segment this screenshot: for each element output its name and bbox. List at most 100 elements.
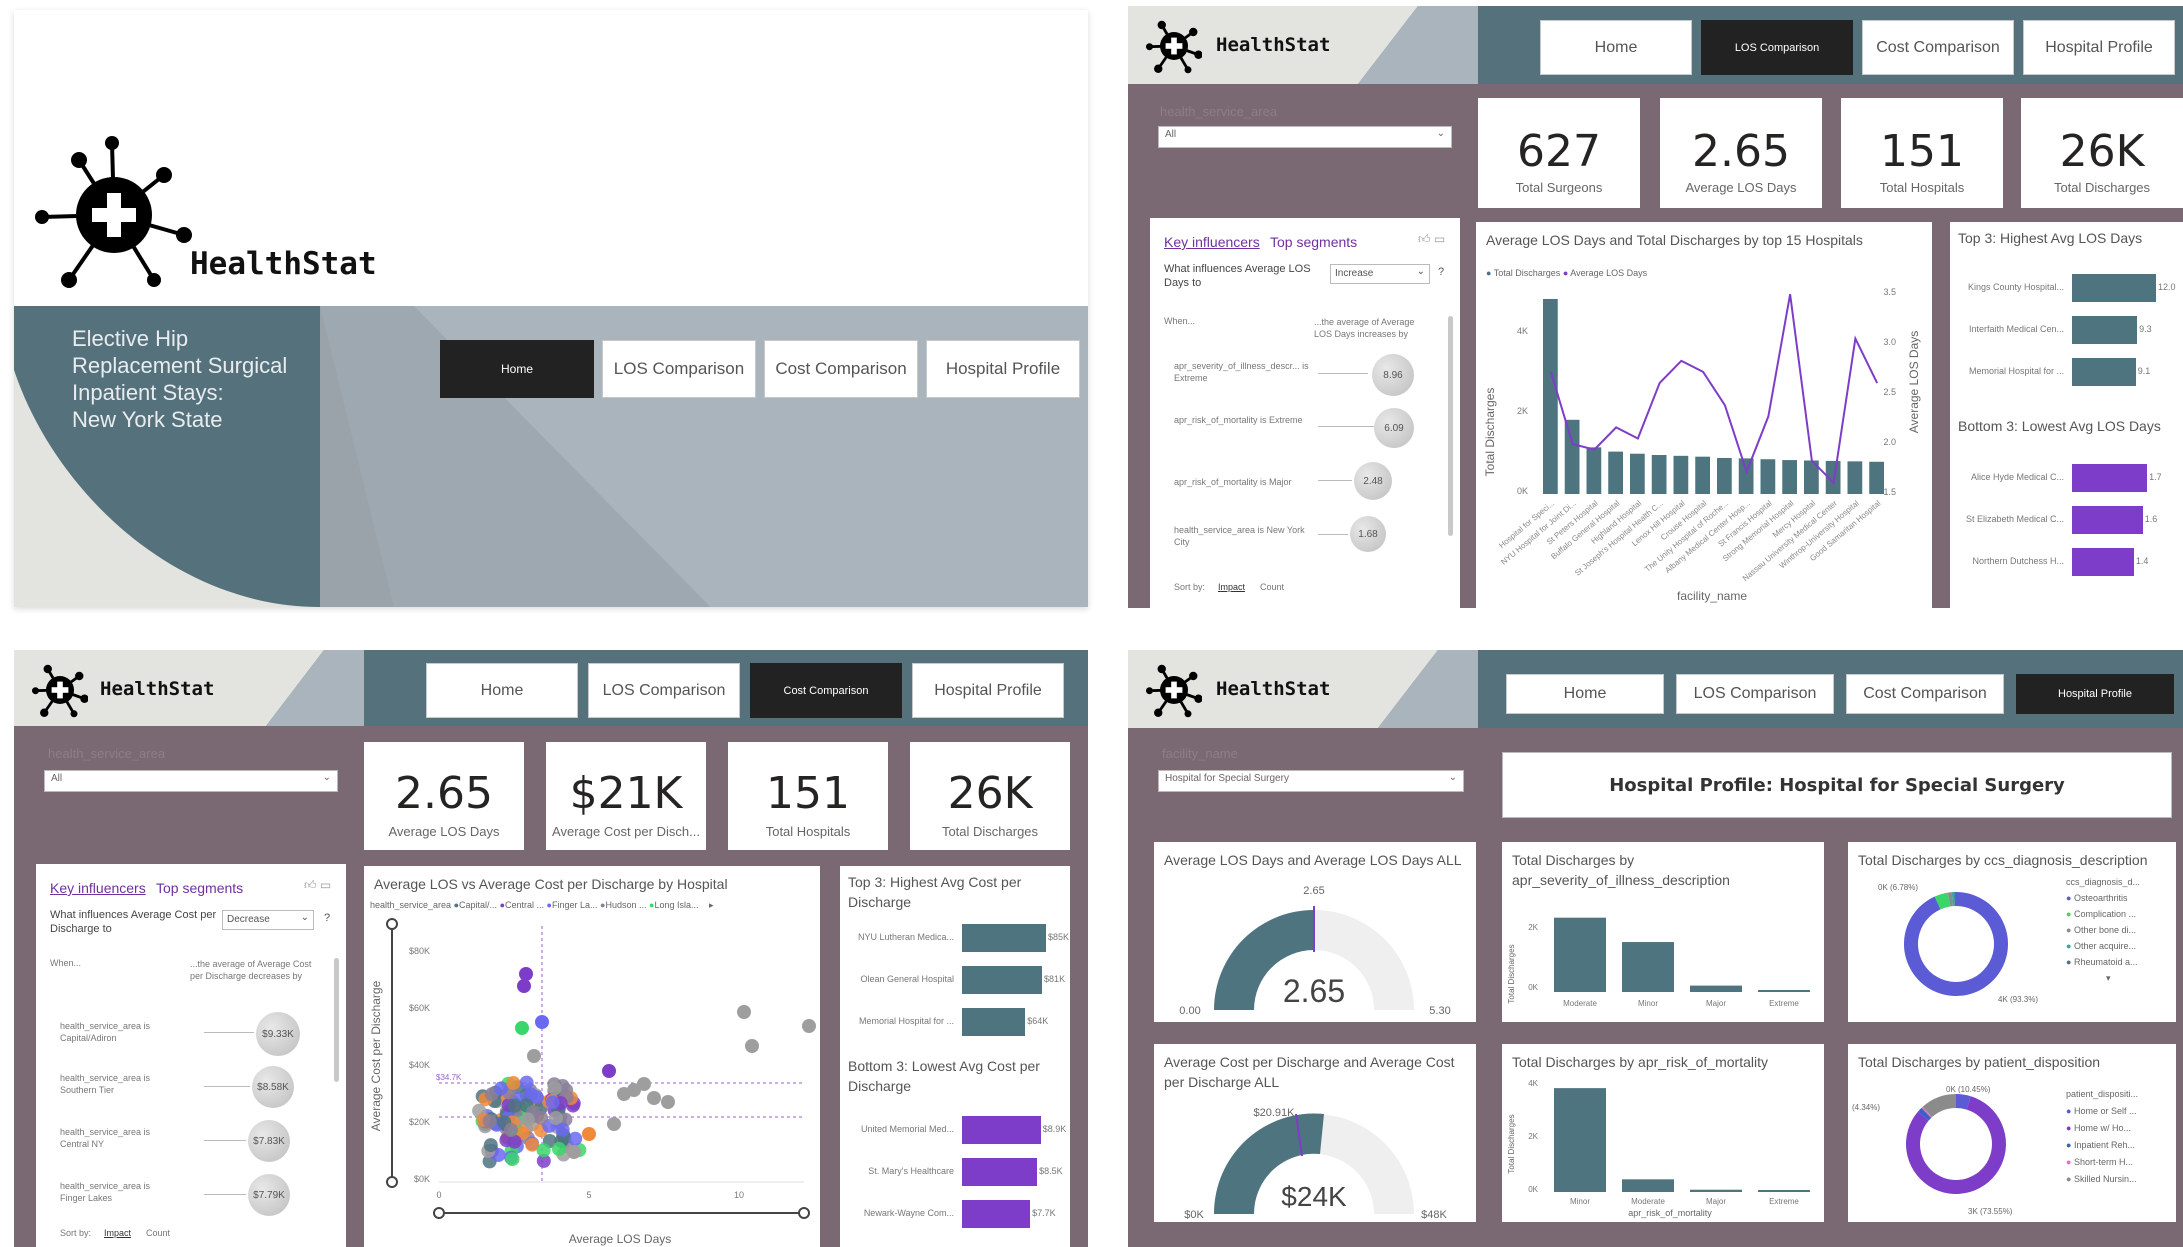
combo-bar[interactable] [1869,461,1884,494]
scatter-point[interactable] [506,1076,521,1090]
ki-scrollbar[interactable] [1448,316,1453,536]
combo-bar[interactable] [1847,461,1863,494]
bar[interactable] [1554,1088,1606,1192]
legend-item[interactable]: ● Other bone di... [2066,922,2140,938]
combo-bar[interactable] [1760,459,1776,494]
bar[interactable] [1690,1189,1742,1192]
ki-sort-count[interactable]: Count [146,1228,170,1238]
bar[interactable] [1758,1190,1810,1192]
legend-item[interactable]: ● Other acquire... [2066,938,2140,954]
scatter-point[interactable] [536,1143,551,1158]
combo-bar[interactable] [1695,456,1710,494]
combo-bar[interactable] [1630,453,1645,494]
nav-profile-button[interactable]: Hospital Profile [926,340,1080,398]
scatter-point[interactable] [802,1019,816,1033]
scatter-point[interactable] [661,1095,675,1109]
scatter-point[interactable] [519,1075,534,1090]
combo-bar[interactable] [1738,458,1754,494]
scatter-point[interactable] [505,1152,520,1167]
hbar[interactable] [962,966,1043,994]
scatter-point[interactable] [552,1142,566,1156]
hbar[interactable] [962,1158,1038,1186]
bar[interactable] [1554,917,1606,992]
combo-bar[interactable] [1608,451,1623,494]
health-service-area-slicer[interactable]: All ⌄ [1158,126,1452,148]
combo-bar[interactable] [1651,454,1667,494]
help-icon[interactable]: ? [324,912,330,924]
scatter-point[interactable] [527,1049,541,1063]
scatter-point[interactable] [504,1123,518,1137]
scatter-point[interactable] [567,1145,581,1159]
legend-item[interactable]: ● Home w/ Ho... [2066,1120,2138,1137]
health-service-area-slicer[interactable]: All ⌄ [44,770,338,792]
scatter-point[interactable] [519,967,533,981]
scatter-point[interactable] [568,1131,583,1146]
ki-impact-bubble[interactable]: 2.48 [1354,462,1392,500]
combo-bar[interactable] [1543,298,1558,494]
nav-profile-button[interactable]: Hospital Profile [912,663,1064,718]
legend-item[interactable]: ● Rheumatoid a... [2066,954,2140,970]
legend-item[interactable]: ● Complication ... [2066,906,2140,922]
scatter-point[interactable] [555,1122,570,1137]
scatter-point[interactable] [483,1138,498,1153]
ki-impact-bubble[interactable]: $7.83K [248,1120,290,1162]
tab-key-influencers[interactable]: Key influencers [1164,234,1260,250]
nav-cost-button[interactable]: Cost Comparison [750,663,902,718]
hbar[interactable] [962,1200,1031,1228]
scatter-point[interactable] [515,1021,529,1035]
nav-home-button[interactable]: Home [1540,20,1692,75]
hbar[interactable] [962,1116,1041,1144]
hbar[interactable] [2072,358,2136,386]
thumbs-icon[interactable]: 👍︎ ▭ [1418,232,1445,247]
scatter-point[interactable] [545,1095,560,1110]
legend-item[interactable]: ● Home or Self ... [2066,1103,2138,1120]
scatter-point[interactable] [482,1114,497,1129]
bar[interactable] [1758,990,1810,992]
tab-top-segments[interactable]: Top segments [156,880,243,896]
nav-home-button[interactable]: Home [440,340,594,398]
thumbs-icon[interactable]: 👍︎ ▭ [304,878,331,893]
scatter-point[interactable] [517,979,531,993]
combo-bar[interactable] [1717,457,1732,494]
legend-scroll-down-icon[interactable]: ▾ [2066,970,2140,986]
ki-impact-bubble[interactable]: $9.33K [256,1012,300,1056]
hbar[interactable] [962,1008,1026,1036]
scatter-point[interactable] [647,1091,661,1105]
nav-profile-button[interactable]: Hospital Profile [2016,674,2174,714]
hbar[interactable] [2072,464,2148,492]
hbar[interactable] [962,924,1046,952]
bar[interactable] [1622,1179,1674,1192]
nav-cost-button[interactable]: Cost Comparison [1846,674,2004,714]
nav-home-button[interactable]: Home [426,663,578,718]
hbar[interactable] [2072,506,2143,534]
nav-home-button[interactable]: Home [1506,674,1664,714]
ki-direction-dropdown[interactable]: Increase ⌄ [1330,264,1430,284]
bar[interactable] [1690,985,1742,992]
scatter-point[interactable] [549,1111,563,1125]
nav-los-button[interactable]: LOS Comparison [1676,674,1834,714]
ki-sort-impact[interactable]: Impact [1218,582,1245,592]
donut-slice[interactable] [1904,892,2008,996]
scatter-point[interactable] [745,1039,759,1053]
help-icon[interactable]: ? [1438,266,1444,278]
nav-cost-button[interactable]: Cost Comparison [764,340,918,398]
hbar[interactable] [2072,548,2134,576]
nav-cost-button[interactable]: Cost Comparison [1862,20,2014,75]
scatter-point[interactable] [547,1081,562,1096]
ki-sort-count[interactable]: Count [1260,582,1284,592]
tab-top-segments[interactable]: Top segments [1270,234,1357,250]
ki-impact-bubble[interactable]: $7.79K [248,1174,290,1216]
scatter-point[interactable] [507,1098,522,1113]
ki-impact-bubble[interactable]: $8.58K [252,1066,294,1108]
ki-impact-bubble[interactable]: 1.68 [1350,516,1386,552]
ki-impact-bubble[interactable]: 8.96 [1372,354,1414,396]
scatter-point[interactable] [520,1112,535,1127]
ki-direction-dropdown[interactable]: Decrease ⌄ [222,910,314,930]
nav-los-button[interactable]: LOS Comparison [588,663,740,718]
facility-name-slicer[interactable]: Hospital for Special Surgery ⌄ [1158,770,1464,792]
scatter-point[interactable] [737,1005,751,1019]
hbar[interactable] [2072,274,2156,302]
legend-item[interactable]: ● Skilled Nursin... [2066,1171,2138,1188]
hbar[interactable] [2072,316,2138,344]
combo-bar[interactable] [1586,447,1602,494]
